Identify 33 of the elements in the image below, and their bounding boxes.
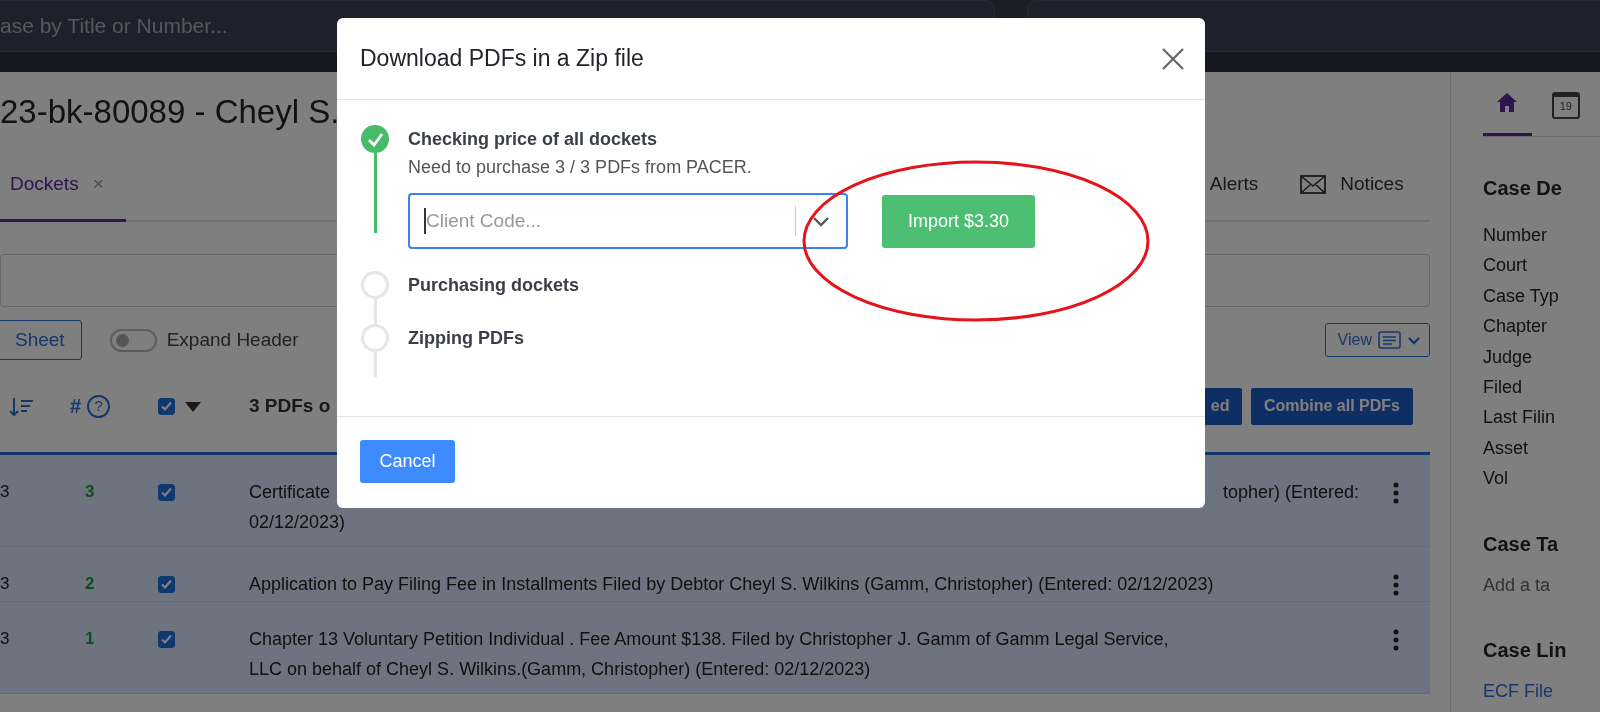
- table-cell: 3: [0, 629, 10, 648]
- step-title: Purchasing dockets: [408, 274, 580, 297]
- detail-label: Add a ta: [1483, 573, 1552, 597]
- step-title: Zipping PDFs: [408, 327, 524, 350]
- toggle-label: Expand Header: [166, 327, 299, 352]
- table-cell: 3: [0, 574, 10, 593]
- table-cell: 3: [0, 482, 10, 501]
- detail-label: Last Filin: [1483, 406, 1557, 430]
- step-description: Need to purchase 3 / 3 PDFs from PACER.: [408, 156, 753, 179]
- docket-text: Chapter 13 Voluntary Petition Individual . Fee Amount $138. Filed by Christopher J. Gamm of Gamm Legal Service, LLC on behalf of Cheyl S. Wilkins.(Gamm, Christopher) (Entered: 02/12/2023): [249, 628, 1170, 681]
- detail-label: Chapter: [1483, 315, 1549, 339]
- section-heading: Case De: [1483, 176, 1563, 201]
- detail-label: Vol: [1483, 467, 1510, 491]
- table-title: 3 PDFs o: [249, 393, 331, 418]
- detail-label: Filed: [1483, 376, 1523, 400]
- docket-number: 3: [85, 482, 95, 501]
- docket-text: Certificate: [249, 481, 331, 504]
- case-title: 23-bk-80089 - Cheyl S.: [0, 92, 340, 132]
- docket-text: topher) (Entered:: [1222, 481, 1359, 504]
- section-heading: Case Lin: [1483, 638, 1568, 664]
- docket-number: 2: [85, 574, 95, 593]
- docket-text: 02/12/2023): [249, 511, 346, 534]
- detail-label: Court: [1483, 254, 1528, 278]
- detail-label: Number: [1483, 224, 1549, 247]
- detail-label: Case Typ: [1483, 284, 1560, 308]
- detail-label: Judge: [1483, 345, 1534, 369]
- number-header: #: [70, 394, 82, 419]
- detail-label: Asset: [1483, 436, 1530, 460]
- step-title: Checking price of all dockets: [408, 128, 659, 151]
- docket-number: 1: [85, 629, 95, 648]
- modal-title: Download PDFs in a Zip file: [360, 44, 644, 73]
- docket-text: Application to Pay Filing Fee in Installments Filed by Debtor Cheyl S. Wilkins (Gamm, Christopher) (Entered: 02/12/2023): [249, 573, 1215, 596]
- section-heading: Case Ta: [1483, 531, 1560, 557]
